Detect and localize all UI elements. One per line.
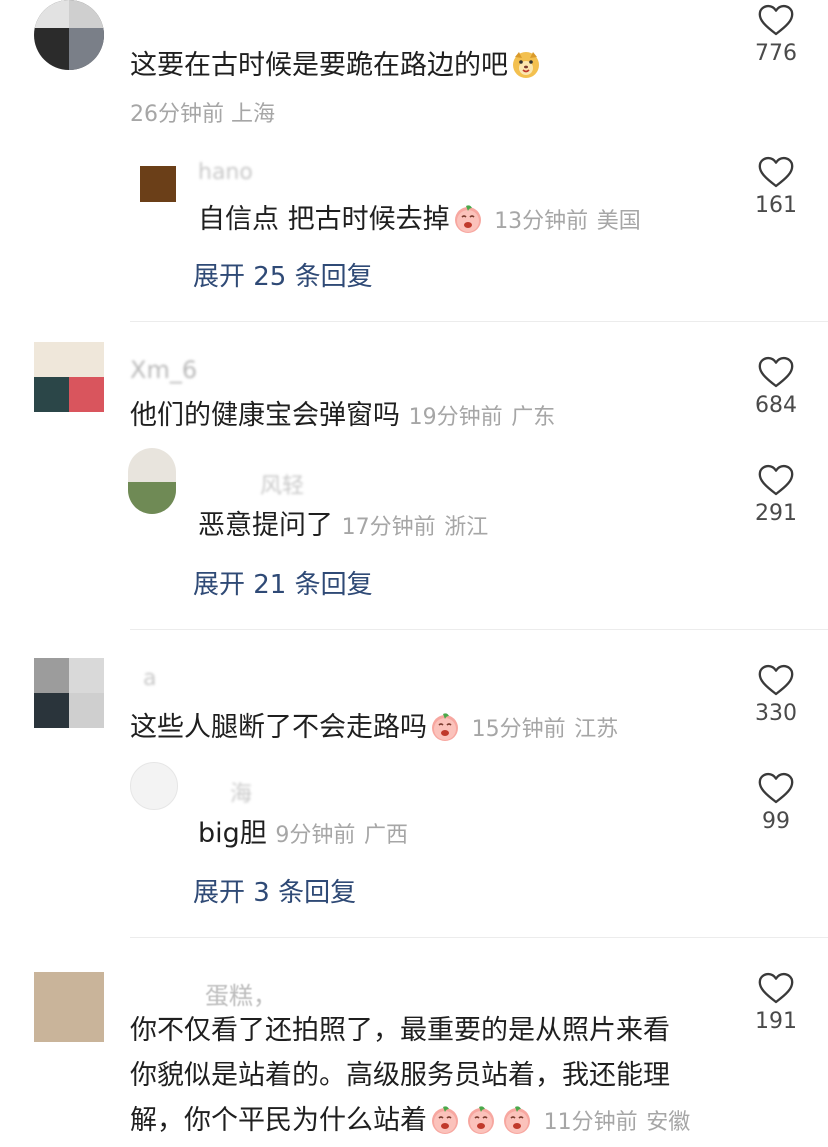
comment-time: 15分钟前: [471, 717, 566, 742]
reply-location: 美国: [596, 209, 641, 234]
like-button[interactable]: 191: [741, 972, 811, 1034]
reply-username[interactable]: 风轻: [260, 468, 304, 500]
thinking-peach-emoji: [465, 1103, 497, 1135]
puppy-emoji: [510, 48, 542, 80]
heart-icon: [758, 356, 794, 389]
comment-location: 安徽: [646, 1110, 691, 1135]
like-count: 330: [755, 701, 797, 726]
comment-text-line: 解，你个平民为什么站着 11分钟前 安徽: [130, 1103, 691, 1136]
expand-replies-button[interactable]: 展开 21 条回复: [193, 564, 373, 601]
comment-time: 11分钟前: [543, 1110, 638, 1135]
comment-username[interactable]: a: [143, 666, 156, 691]
crying-peach-emoji: [452, 202, 484, 234]
avatar[interactable]: [34, 972, 104, 1042]
like-button[interactable]: 684: [741, 356, 811, 418]
divider: [130, 937, 828, 938]
thinking-peach-emoji: [429, 1103, 461, 1135]
divider: [130, 629, 828, 630]
reply-username[interactable]: 海: [230, 776, 252, 808]
avatar[interactable]: [130, 762, 178, 810]
heart-icon: [758, 972, 794, 1005]
like-count: 776: [755, 41, 797, 66]
reply-username[interactable]: hano: [198, 160, 253, 185]
avatar[interactable]: [140, 166, 176, 202]
reply-text: big胆 9分钟前 广西: [198, 818, 408, 849]
avatar[interactable]: [128, 448, 176, 514]
heart-icon: [758, 772, 794, 805]
heart-icon: [758, 464, 794, 497]
heart-icon: [758, 4, 794, 37]
reply-time: 13分钟前: [494, 209, 589, 234]
avatar[interactable]: [34, 0, 104, 70]
like-button[interactable]: 291: [741, 464, 811, 526]
like-button[interactable]: 99: [741, 772, 811, 834]
comment-meta: 26分钟前 上海: [130, 96, 275, 128]
comment-location: 广东: [511, 405, 556, 430]
comment-location: 上海: [231, 102, 276, 127]
comment-time: 19分钟前: [408, 405, 503, 430]
divider: [130, 321, 828, 322]
heart-icon: [758, 664, 794, 697]
reply-text: 自信点 把古时候去掉 13分钟前 美国: [198, 202, 641, 235]
like-count: 99: [762, 809, 790, 834]
comment-text: 这些人腿断了不会走路吗 15分钟前 江苏: [130, 710, 619, 743]
like-button[interactable]: 330: [741, 664, 811, 726]
thinking-peach-emoji: [501, 1103, 533, 1135]
reply-time: 17分钟前: [341, 515, 436, 540]
like-button[interactable]: 161: [741, 156, 811, 218]
reply-location: 广西: [363, 823, 408, 848]
comment-text-line: 你貌似是站着的。高级服务员站着，我还能理: [130, 1060, 670, 1091]
comment-time: 26分钟前: [130, 102, 224, 127]
heart-icon: [758, 156, 794, 189]
comment-username[interactable]: Xm_6: [130, 356, 197, 384]
comment-text-line: 你不仅看了还拍照了，最重要的是从照片来看: [130, 1015, 670, 1046]
comment-text: 他们的健康宝会弹窗吗 19分钟前 广东: [130, 400, 556, 431]
reply-time: 9分钟前: [275, 823, 356, 848]
like-button[interactable]: 776: [741, 4, 811, 66]
avatar[interactable]: [34, 342, 104, 412]
comment-username[interactable]: 蛋糕，: [205, 976, 277, 1011]
comment-location: 江苏: [574, 717, 619, 742]
avatar[interactable]: [34, 658, 104, 728]
reply-location: 浙江: [444, 515, 489, 540]
like-count: 161: [755, 193, 797, 218]
comment-text: 这要在古时候是要跪在路边的吧: [130, 48, 544, 80]
expand-replies-button[interactable]: 展开 25 条回复: [193, 256, 373, 293]
like-count: 191: [755, 1009, 797, 1034]
laughing-peach-emoji: [429, 710, 461, 742]
like-count: 684: [755, 393, 797, 418]
comment-text: 你不仅看了还拍照了，最重要的是从照片来看 你貌似是站着的。高级服务员站着，我还能…: [130, 1008, 710, 1145]
reply-text: 恶意提问了 17分钟前 浙江: [198, 510, 489, 541]
like-count: 291: [755, 501, 797, 526]
expand-replies-button[interactable]: 展开 3 条回复: [193, 872, 356, 909]
